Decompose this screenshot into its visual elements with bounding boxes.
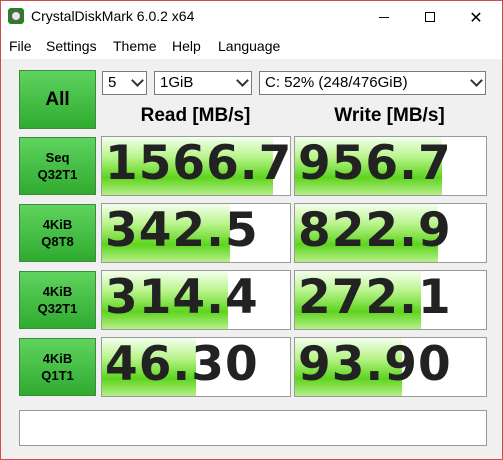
test-button-line1: 4KiB xyxy=(42,217,73,232)
read-result-value: 1566.7 xyxy=(105,136,291,191)
menu-language[interactable]: Language xyxy=(218,38,280,54)
write-result-box: 956.7 xyxy=(294,136,487,196)
read-result-value: 46.30 xyxy=(105,337,259,392)
write-result-value: 822.9 xyxy=(298,203,452,258)
test-count-select[interactable]: 5 xyxy=(102,71,147,95)
read-result-value: 342.5 xyxy=(105,203,259,258)
drive-value: C: 52% (248/476GiB) xyxy=(265,74,408,91)
title-bar: CrystalDiskMark 6.0.2 x64 ✕ xyxy=(1,1,502,33)
crystaldiskmark-app-icon xyxy=(8,8,24,24)
test-button-line2: Q8T8 xyxy=(41,234,74,249)
chevron-down-icon xyxy=(131,74,144,87)
maximize-button[interactable] xyxy=(407,1,453,33)
all-tests-button[interactable]: All xyxy=(19,70,96,129)
chevron-down-icon xyxy=(470,74,483,87)
write-result-box: 93.90 xyxy=(294,337,487,397)
test-button-line1: Seq xyxy=(45,150,70,165)
read-result-value: 314.4 xyxy=(105,270,259,325)
test-seq-q32t1-button[interactable]: Seq Q32T1 xyxy=(19,137,96,195)
close-icon: ✕ xyxy=(469,7,483,27)
test-size-value: 1GiB xyxy=(160,74,194,91)
test-count-value: 5 xyxy=(108,74,117,91)
close-button[interactable]: ✕ xyxy=(453,1,499,33)
read-result-box: 342.5 xyxy=(101,203,291,263)
window-title: CrystalDiskMark 6.0.2 x64 xyxy=(31,8,195,24)
test-button-line2: Q32T1 xyxy=(37,167,78,182)
minimize-icon xyxy=(379,16,389,18)
write-result-value: 272.1 xyxy=(298,270,452,325)
test-button-line1: 4KiB xyxy=(42,284,73,299)
write-result-box: 272.1 xyxy=(294,270,487,330)
test-button-line1: 4KiB xyxy=(42,351,73,366)
test-size-select[interactable]: 1GiB xyxy=(154,71,252,95)
menu-settings[interactable]: Settings xyxy=(46,38,97,54)
test-button-line2: Q1T1 xyxy=(41,368,74,383)
read-result-box: 1566.7 xyxy=(101,136,291,196)
write-result-box: 822.9 xyxy=(294,203,487,263)
read-result-box: 314.4 xyxy=(101,270,291,330)
drive-select[interactable]: C: 52% (248/476GiB) xyxy=(259,71,486,95)
write-result-value: 93.90 xyxy=(298,337,452,392)
test-4kib-q32t1-button[interactable]: 4KiB Q32T1 xyxy=(19,271,96,329)
menu-bar: File Settings Theme Help Language xyxy=(1,33,502,59)
read-result-box: 46.30 xyxy=(101,337,291,397)
write-column-header: Write [MB/s] xyxy=(334,105,445,126)
app-window: CrystalDiskMark 6.0.2 x64 ✕ File Setting… xyxy=(0,0,503,460)
menu-file[interactable]: File xyxy=(9,38,32,54)
test-4kib-q1t1-button[interactable]: 4KiB Q1T1 xyxy=(19,338,96,396)
read-column-header: Read [MB/s] xyxy=(140,105,251,126)
minimize-button[interactable] xyxy=(361,1,407,33)
comment-field[interactable] xyxy=(19,410,487,446)
menu-theme[interactable]: Theme xyxy=(113,38,157,54)
chevron-down-icon xyxy=(236,74,249,87)
test-button-line2: Q32T1 xyxy=(37,301,78,316)
write-result-value: 956.7 xyxy=(298,136,452,191)
menu-help[interactable]: Help xyxy=(172,38,201,54)
maximize-icon xyxy=(425,12,435,22)
test-4kib-q8t8-button[interactable]: 4KiB Q8T8 xyxy=(19,204,96,262)
